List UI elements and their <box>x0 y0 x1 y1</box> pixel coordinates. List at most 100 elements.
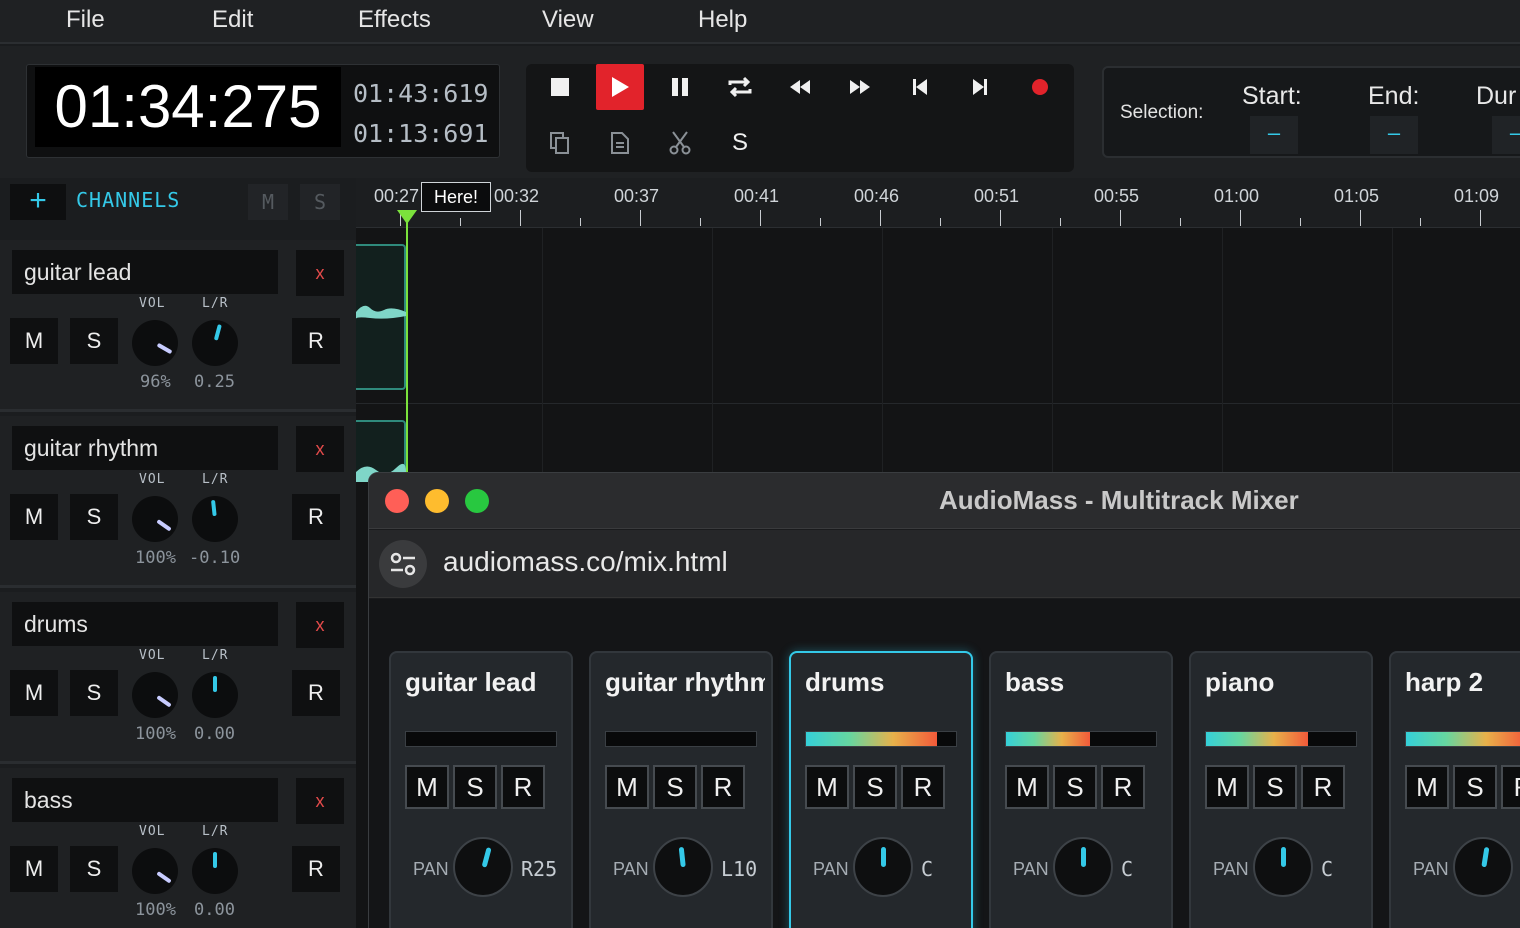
audio-clip[interactable] <box>356 420 406 482</box>
remove-channel-button[interactable]: x <box>296 602 344 648</box>
channel-name[interactable]: bass <box>12 778 278 822</box>
record-arm-button[interactable]: R <box>292 670 340 716</box>
menu-help[interactable]: Help <box>698 6 747 34</box>
mute-button[interactable]: M <box>405 765 449 809</box>
menu-view[interactable]: View <box>542 6 594 34</box>
solo-all-button[interactable]: S <box>300 184 340 220</box>
silence-button[interactable]: S <box>716 120 764 166</box>
record-arm-button[interactable]: R <box>1101 765 1145 809</box>
mixer-strip-0[interactable]: guitar lead M S R PAN R25 <box>389 651 573 928</box>
mute-all-button[interactable]: M <box>248 184 288 220</box>
pan-knob[interactable] <box>453 837 513 897</box>
maximize-window-button[interactable] <box>465 489 489 513</box>
record-arm-button[interactable]: R <box>901 765 945 809</box>
here-marker[interactable]: Here! <box>421 182 491 212</box>
remove-channel-button[interactable]: x <box>296 426 344 472</box>
audio-clip[interactable] <box>355 244 406 390</box>
solo-button[interactable]: S <box>70 670 118 716</box>
skip-end-button[interactable] <box>956 64 1004 110</box>
stop-button[interactable] <box>536 64 584 110</box>
pan-knob[interactable] <box>1453 837 1513 897</box>
record-button[interactable] <box>1016 64 1064 110</box>
volume-knob[interactable] <box>132 320 178 366</box>
mixer-strip-5[interactable]: harp 2 MSR PAN <box>1389 651 1520 928</box>
mute-button[interactable]: M <box>10 846 58 892</box>
mute-button[interactable]: M <box>10 318 58 364</box>
record-arm-button[interactable]: R <box>501 765 545 809</box>
channel-name[interactable]: guitar lead <box>12 250 278 294</box>
menu-file[interactable]: File <box>66 6 105 34</box>
pan-knob[interactable] <box>853 837 913 897</box>
volume-knob[interactable] <box>132 496 178 542</box>
solo-button[interactable]: S <box>70 318 118 364</box>
mute-button[interactable]: M <box>1205 765 1249 809</box>
channel-name[interactable]: guitar rhythm <box>12 426 278 470</box>
pan-knob[interactable] <box>1253 837 1313 897</box>
close-window-button[interactable] <box>385 489 409 513</box>
pan-knob[interactable] <box>1053 837 1113 897</box>
copy-button[interactable] <box>536 120 584 166</box>
pan-knob[interactable] <box>192 672 238 718</box>
url-bar[interactable]: audiomass.co/mix.html <box>369 530 1520 598</box>
solo-button[interactable]: S <box>70 494 118 540</box>
solo-button[interactable]: S <box>653 765 697 809</box>
mixer-strip-1[interactable]: guitar rhythm M S R PAN L10 <box>589 651 773 928</box>
mute-button[interactable]: M <box>805 765 849 809</box>
vol-label: VOL <box>139 824 166 839</box>
mute-button[interactable]: M <box>1405 765 1449 809</box>
mixer-strip-3[interactable]: bass M S R PAN C <box>989 651 1173 928</box>
mixer-strip-2[interactable]: drums M S R PAN C <box>789 651 973 928</box>
start-value[interactable]: – <box>1250 116 1298 154</box>
mute-button[interactable]: M <box>605 765 649 809</box>
paste-button[interactable] <box>596 120 644 166</box>
volume-knob[interactable] <box>132 848 178 894</box>
mixer-strip-4[interactable]: piano M S R PAN C <box>1189 651 1373 928</box>
solo-button[interactable]: S <box>853 765 897 809</box>
pan-knob[interactable] <box>653 837 713 897</box>
tick-label: 00:41 <box>734 186 780 206</box>
pan-knob[interactable] <box>192 496 238 542</box>
solo-button[interactable]: S <box>1253 765 1297 809</box>
pause-icon <box>672 78 688 96</box>
play-button[interactable] <box>596 64 644 110</box>
mute-button[interactable]: M <box>10 670 58 716</box>
pan-knob[interactable] <box>192 848 238 894</box>
menu-edit[interactable]: Edit <box>212 6 253 34</box>
time-ruler[interactable]: 00:27 00:32 00:37 00:41 00:46 00:51 00:55 01:00… <box>356 178 1520 228</box>
cut-button[interactable] <box>656 120 704 166</box>
pan-knob[interactable] <box>192 320 238 366</box>
remove-channel-button[interactable]: x <box>296 250 344 296</box>
channel-name[interactable]: drums <box>12 602 278 646</box>
solo-button[interactable]: S <box>1453 765 1497 809</box>
url-text[interactable]: audiomass.co/mix.html <box>443 546 728 578</box>
volume-knob[interactable] <box>132 672 178 718</box>
selection-label: Selection: <box>1120 102 1204 123</box>
solo-button[interactable]: S <box>1053 765 1097 809</box>
record-arm-button[interactable]: R <box>292 846 340 892</box>
loop-button[interactable] <box>716 64 764 110</box>
record-arm-button[interactable]: R <box>292 318 340 364</box>
record-arm-button[interactable]: R <box>1301 765 1345 809</box>
minimize-window-button[interactable] <box>425 489 449 513</box>
solo-button[interactable]: S <box>70 846 118 892</box>
skip-start-button[interactable] <box>896 64 944 110</box>
mute-button[interactable]: M <box>1005 765 1049 809</box>
rewind-button[interactable] <box>776 64 824 110</box>
mute-button[interactable]: M <box>10 494 58 540</box>
record-arm-button[interactable]: R <box>701 765 745 809</box>
solo-button[interactable]: S <box>453 765 497 809</box>
volume-indicator <box>156 871 172 884</box>
vol-label: VOL <box>139 648 166 663</box>
fast-forward-button[interactable] <box>836 64 884 110</box>
pause-button[interactable] <box>656 64 704 110</box>
add-channel-button[interactable]: + <box>10 184 66 220</box>
duration-value[interactable]: – <box>1492 116 1520 154</box>
record-arm-button[interactable]: R <box>1501 765 1520 809</box>
end-value[interactable]: – <box>1370 116 1418 154</box>
major-tick <box>520 210 521 226</box>
playhead-marker-icon[interactable] <box>397 210 417 224</box>
remove-channel-button[interactable]: x <box>296 778 344 824</box>
menu-effects[interactable]: Effects <box>358 6 431 34</box>
record-arm-button[interactable]: R <box>292 494 340 540</box>
site-settings-button[interactable] <box>379 540 427 588</box>
